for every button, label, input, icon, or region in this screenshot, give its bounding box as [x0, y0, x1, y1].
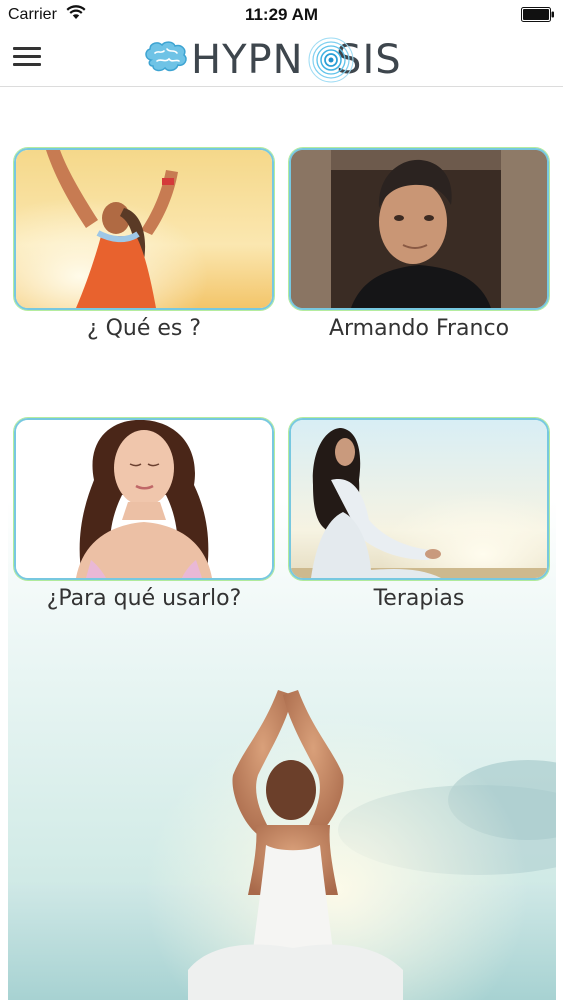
battery-icon — [521, 7, 554, 22]
tile-label-que-es: ¿ Qué es ? — [86, 316, 202, 341]
tile-que-es[interactable]: ¿ Qué es ? — [14, 148, 274, 341]
tile-terapias[interactable]: Terapias — [289, 418, 549, 611]
tile-armando-franco[interactable]: Armando Franco — [289, 148, 549, 341]
tile-label-para-que-usarlo: ¿Para qué usarlo? — [46, 586, 242, 611]
status-bar: Carrier 11:29 AM — [0, 0, 563, 30]
status-time: 11:29 AM — [244, 5, 319, 24]
navigation-bar: HYPNOSIS — [0, 30, 563, 87]
app-screen: Carrier 11:29 AM HYPNOSIS — [0, 0, 563, 1000]
brain-icon — [145, 41, 187, 72]
tile-image-woman-arms-raised — [14, 148, 274, 310]
hypnosis-logo: HYPNOSIS — [143, 35, 423, 83]
logo-text-part-1: HYPN — [191, 37, 304, 83]
spiral-logo-icon — [308, 37, 354, 83]
logo-text: HYPNOSIS — [191, 37, 402, 83]
tile-label-terapias: Terapias — [373, 586, 465, 611]
hamburger-menu-icon[interactable] — [10, 44, 44, 70]
tile-para-que-usarlo[interactable]: ¿Para qué usarlo? — [14, 418, 274, 611]
tile-image-portrait-man — [289, 148, 549, 310]
tile-image-woman-eyes-closed — [14, 418, 274, 580]
tile-image-woman-meditating — [289, 418, 549, 580]
tile-label-armando-franco: Armando Franco — [328, 316, 510, 341]
